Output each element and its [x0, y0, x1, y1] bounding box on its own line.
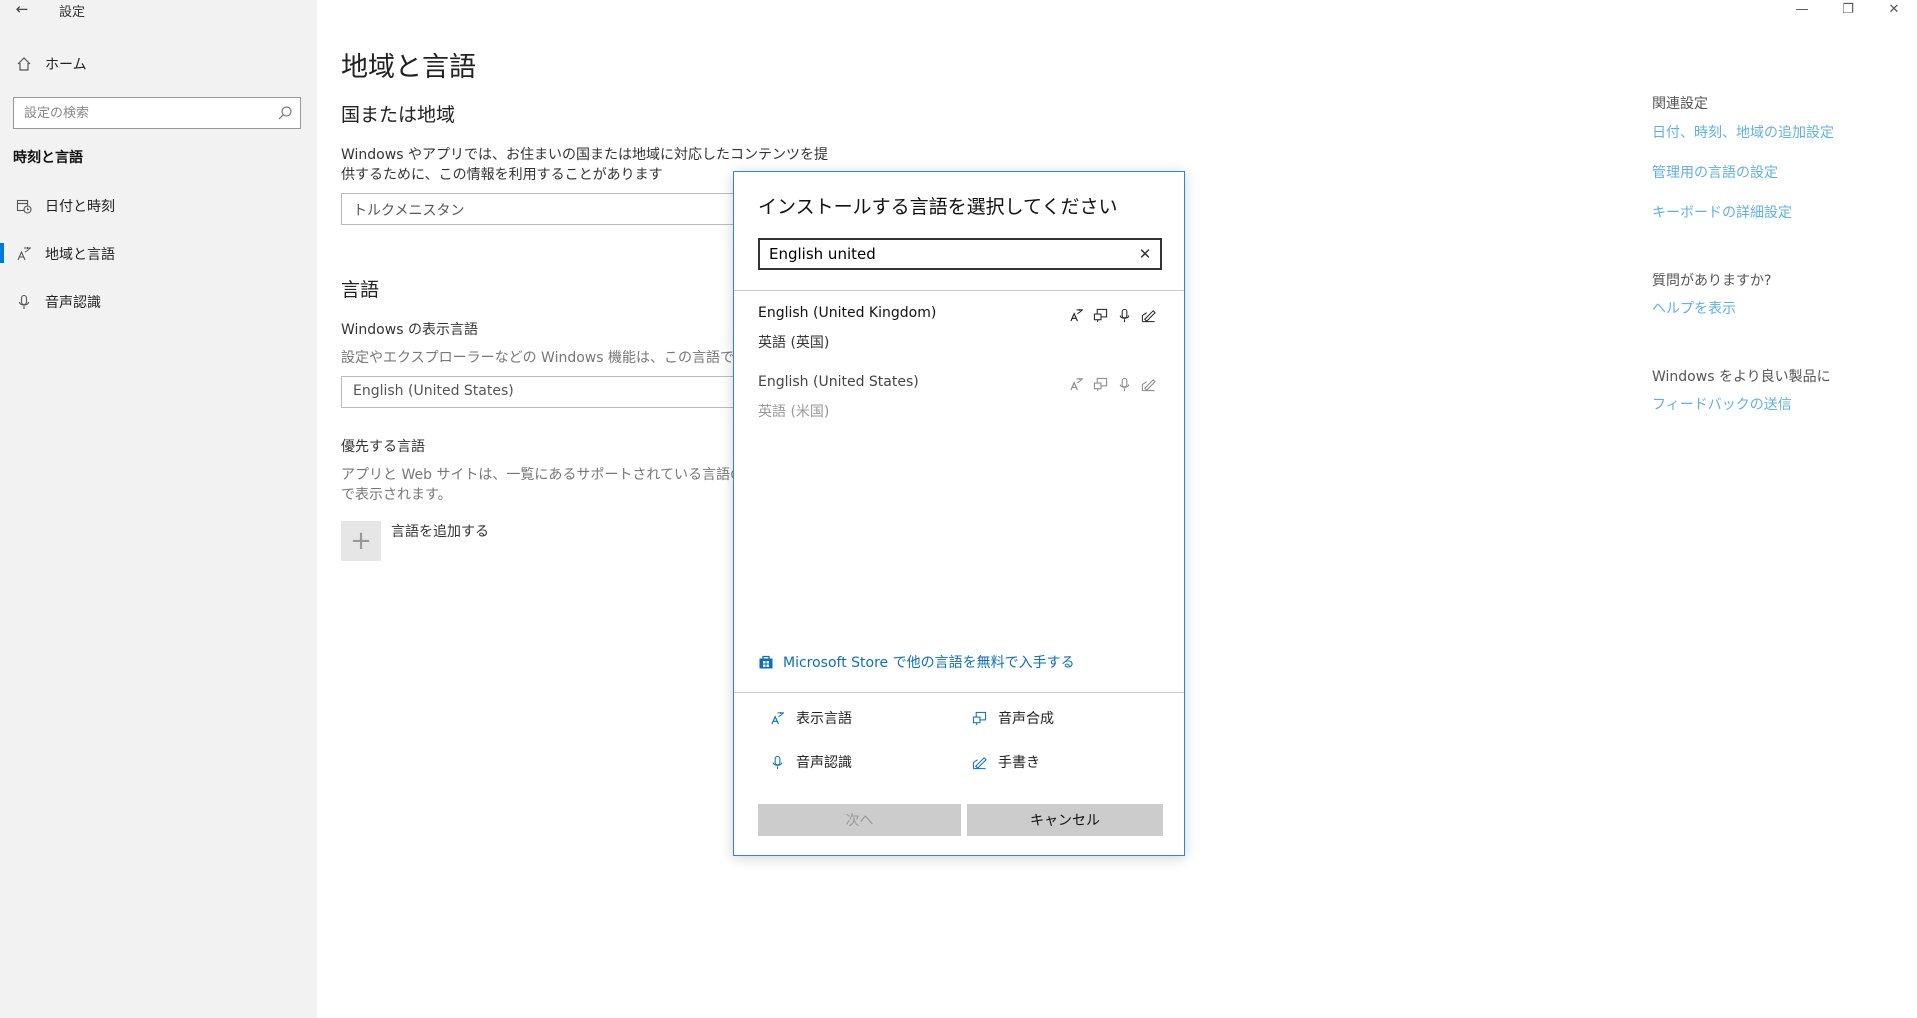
close-icon: ✕ — [1888, 1, 1900, 17]
legend-label: 音声合成 — [998, 711, 1054, 727]
minimize-icon: — — [1795, 1, 1809, 17]
sidebar-item-label: 地域と言語 — [45, 247, 115, 263]
sidebar-item-label: 音声認識 — [45, 295, 101, 311]
legend-label: 表示言語 — [796, 711, 852, 727]
settings-search-input[interactable] — [14, 98, 264, 128]
speech-recognition-icon — [768, 753, 786, 771]
settings-window: ← 設定 ホーム 時刻と言語 日付と時刻 地域と言 — [0, 0, 1917, 1018]
advanced-keyboard-link[interactable]: キーボードの詳細設定 — [1652, 202, 1792, 222]
legend-handwriting: 手書き — [970, 752, 1040, 772]
restore-button[interactable]: ❐ — [1828, 0, 1868, 18]
legend-label: 手書き — [998, 755, 1040, 771]
search-icon[interactable] — [277, 105, 293, 121]
language-icon — [14, 244, 34, 264]
language-name: English (United Kingdom) — [758, 305, 937, 321]
get-help-link[interactable]: ヘルプを表示 — [1652, 298, 1736, 318]
minimize-button[interactable]: — — [1782, 0, 1822, 18]
display-language-icon — [1068, 376, 1085, 393]
preferred-languages-description-line1: アプリと Web サイトは、一覧にあるサポートされている言語のうち — [341, 467, 773, 483]
plus-icon: + — [350, 526, 372, 556]
display-language-select[interactable]: English (United States) — [341, 376, 741, 408]
display-language-icon — [768, 709, 786, 727]
handwriting-icon — [1140, 307, 1157, 324]
preferred-languages-description-line2: で表示されます。 — [341, 487, 452, 503]
language-result-item[interactable]: English (United States) 英語 (米国) — [734, 366, 1184, 430]
send-feedback-link[interactable]: フィードバックの送信 — [1652, 394, 1792, 414]
legend-text-to-speech: 音声合成 — [970, 708, 1054, 728]
speech-recognition-icon — [1116, 376, 1133, 393]
sidebar-item-home[interactable]: ホーム — [0, 44, 317, 84]
divider — [734, 290, 1184, 291]
add-language-button[interactable]: + — [341, 521, 381, 561]
language-search-input[interactable] — [760, 240, 1120, 268]
preferred-languages-label: 優先する言語 — [341, 439, 425, 455]
language-search-box[interactable]: ✕ — [758, 238, 1162, 270]
close-window-button[interactable]: ✕ — [1874, 0, 1914, 18]
calendar-clock-icon — [14, 196, 34, 216]
feedback-heading: Windows をより良い製品に — [1652, 369, 1831, 385]
display-language-label: Windows の表示言語 — [341, 322, 478, 338]
country-select[interactable]: トルクメニスタン — [341, 193, 741, 225]
microphone-icon — [14, 292, 34, 312]
country-description-line1: Windows やアプリでは、お住まいの国または地域に対応したコンテンツを提 — [341, 147, 828, 163]
language-native-name: 英語 (米国) — [758, 404, 830, 420]
dialog-title: インストールする言語を選択してください — [758, 196, 1118, 218]
store-link-text: Microsoft Store で他の言語を無料で入手する — [783, 655, 1075, 671]
text-to-speech-icon — [1092, 307, 1109, 324]
question-heading: 質問がありますか? — [1652, 273, 1772, 289]
legend-speech-recognition: 音声認識 — [768, 752, 852, 772]
cancel-button[interactable]: キャンセル — [967, 804, 1163, 836]
sidebar-item-region-language[interactable]: 地域と言語 — [0, 234, 317, 274]
store-bag-icon — [758, 654, 774, 670]
sidebar-item-label: ホーム — [45, 57, 87, 73]
install-language-dialog: インストールする言語を選択してください ✕ English (United Ki… — [733, 171, 1185, 856]
language-name: English (United States) — [758, 374, 919, 390]
divider — [734, 692, 1184, 693]
language-native-name: 英語 (英国) — [758, 335, 830, 351]
legend-display-language: 表示言語 — [768, 708, 852, 728]
page-title: 地域と言語 — [341, 52, 476, 83]
sidebar-item-date-time[interactable]: 日付と時刻 — [0, 186, 317, 226]
sidebar: ← 設定 ホーム 時刻と言語 日付と時刻 地域と言 — [0, 0, 317, 1018]
legend-label: 音声認識 — [796, 755, 852, 771]
display-language-description: 設定やエクスプローラーなどの Windows 機能は、この言語で表示さ — [341, 350, 776, 366]
speech-recognition-icon — [1116, 307, 1133, 324]
language-feature-icons — [1068, 376, 1157, 393]
text-to-speech-icon — [970, 709, 988, 727]
home-icon — [14, 54, 34, 74]
sidebar-section-title: 時刻と言語 — [13, 150, 83, 166]
related-settings-heading: 関連設定 — [1652, 96, 1708, 112]
language-result-item[interactable]: English (United Kingdom) 英語 (英国) — [734, 297, 1184, 361]
display-language-icon — [1068, 307, 1085, 324]
administrative-language-link[interactable]: 管理用の言語の設定 — [1652, 162, 1778, 182]
next-button[interactable]: 次へ — [758, 804, 961, 836]
close-icon: ✕ — [1138, 245, 1152, 263]
restore-icon: ❐ — [1842, 1, 1854, 17]
handwriting-icon — [970, 753, 988, 771]
add-language-label[interactable]: 言語を追加する — [391, 521, 489, 541]
sidebar-item-speech[interactable]: 音声認識 — [0, 282, 317, 322]
handwriting-icon — [1140, 376, 1157, 393]
additional-date-time-region-link[interactable]: 日付、時刻、地域の追加設定 — [1652, 122, 1834, 142]
sidebar-item-label: 日付と時刻 — [45, 199, 115, 215]
language-feature-icons — [1068, 307, 1157, 324]
back-button[interactable]: ← — [10, 0, 34, 18]
back-arrow-icon: ← — [15, 0, 29, 18]
window-title: 設定 — [59, 5, 86, 20]
microsoft-store-link[interactable]: Microsoft Store で他の言語を無料で入手する — [758, 652, 1075, 672]
settings-search-box[interactable] — [13, 97, 301, 129]
language-heading: 言語 — [341, 279, 380, 301]
text-to-speech-icon — [1092, 376, 1109, 393]
clear-search-button[interactable]: ✕ — [1135, 244, 1155, 264]
country-heading: 国または地域 — [341, 104, 456, 126]
country-description-line2: 供するために、この情報を利用することがあります — [341, 167, 663, 183]
